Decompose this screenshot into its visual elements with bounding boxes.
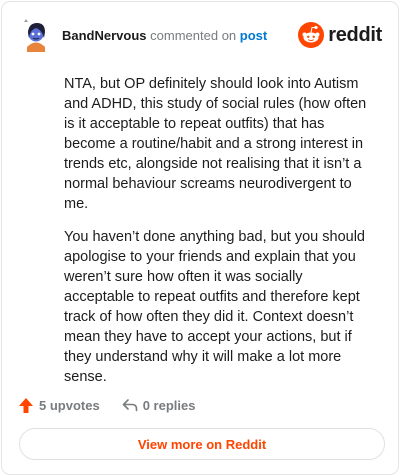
comment-paragraph: NTA, but OP definitely should look into … xyxy=(64,76,367,212)
comment-paragraph: You haven’t done anything bad, but you s… xyxy=(64,229,365,385)
comment-footer: 5 upvotes 0 replies xyxy=(18,395,195,415)
brand-wordmark: reddit xyxy=(328,23,382,46)
comment-header: BandNervous commented on post reddit xyxy=(18,16,382,52)
reply-icon xyxy=(122,399,137,412)
upvote-stat[interactable]: 5 upvotes xyxy=(18,397,100,414)
view-more-button[interactable]: View more on Reddit xyxy=(19,428,385,460)
reddit-logo[interactable]: reddit xyxy=(298,21,382,49)
reddit-snoo-icon xyxy=(298,22,325,48)
post-link[interactable]: post xyxy=(240,28,267,43)
reply-stat[interactable]: 0 replies xyxy=(122,397,196,413)
author-name[interactable]: BandNervous xyxy=(62,28,147,43)
comment-body: NTA, but OP definitely should look into … xyxy=(64,74,374,400)
action-text: commented on xyxy=(150,28,237,43)
reply-count: 0 replies xyxy=(142,397,196,413)
upvote-count: 5 upvotes xyxy=(39,397,100,413)
author-line: BandNervous commented on post xyxy=(62,28,267,44)
upvote-arrow-icon xyxy=(19,397,33,413)
user-avatar[interactable] xyxy=(18,16,54,52)
embed-card: BandNervous commented on post reddit NTA… xyxy=(1,1,399,475)
